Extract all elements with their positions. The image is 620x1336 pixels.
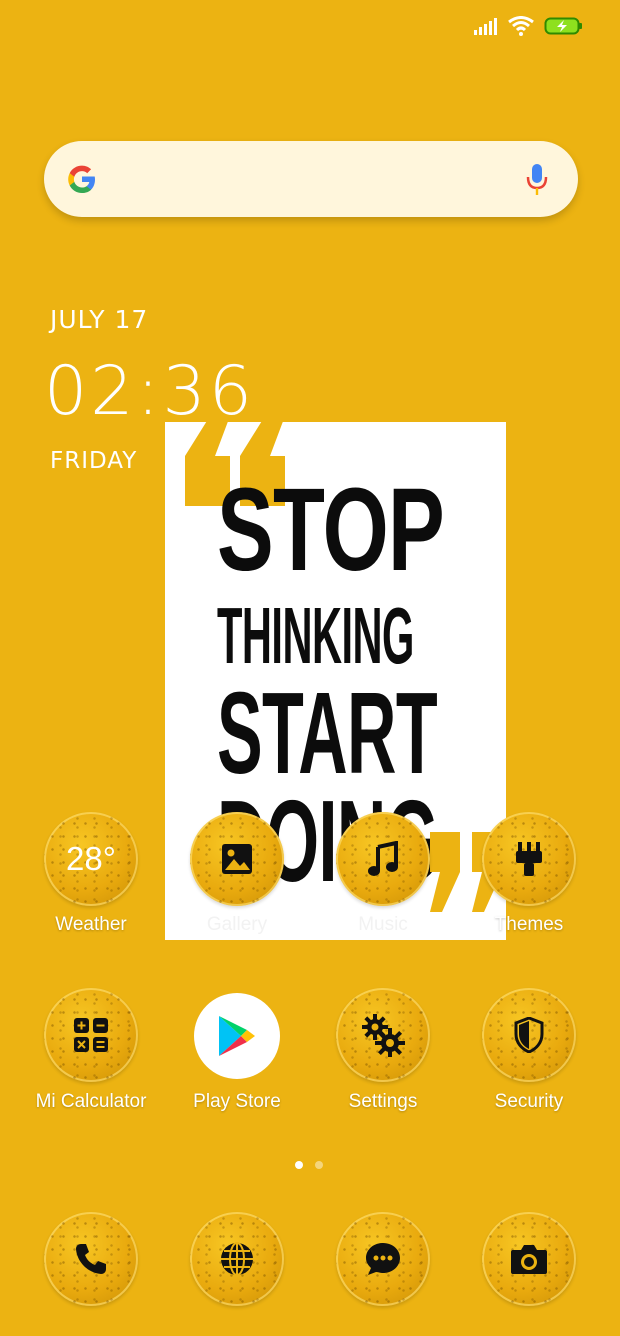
security-app-label: Security: [494, 1091, 564, 1112]
play-store-icon: [219, 1016, 255, 1056]
music-app-label: Music: [358, 914, 408, 935]
browser-app-icon[interactable]: [190, 1212, 284, 1306]
poster-line-stop: STOP: [217, 464, 445, 596]
settings-app-icon[interactable]: [336, 988, 430, 1082]
calculator-icon: [74, 1018, 108, 1052]
phone-icon: [76, 1244, 106, 1274]
weather-app-label: Weather: [55, 914, 127, 935]
page-dot[interactable]: [315, 1161, 323, 1169]
clock-time[interactable]: 02:36: [44, 352, 255, 431]
play-store-app-label: Play Store: [193, 1091, 281, 1112]
calculator-app-label: Mi Calculator: [35, 1091, 147, 1112]
weather-temperature: 28°: [66, 840, 116, 877]
calculator-app-icon[interactable]: [44, 988, 138, 1082]
music-note-icon: [368, 841, 398, 876]
themes-app-label: Themes: [494, 914, 564, 935]
music-app-icon[interactable]: [336, 812, 430, 906]
wifi-icon: [508, 16, 534, 36]
phone-app-icon[interactable]: [44, 1212, 138, 1306]
camera-app-icon[interactable]: [482, 1212, 576, 1306]
battery-charging-icon: [544, 17, 582, 35]
google-g-icon: [68, 165, 95, 193]
signal-icon: [474, 18, 497, 35]
gallery-app-label: Gallery: [206, 914, 268, 935]
gear-icon: [362, 1014, 405, 1057]
weather-app-icon[interactable]: 28°: [44, 812, 138, 906]
shield-icon: [514, 1017, 544, 1053]
status-bar: [474, 16, 584, 36]
date-label: JULY 17: [50, 305, 149, 334]
messages-app-icon[interactable]: [336, 1212, 430, 1306]
gallery-icon: [222, 844, 252, 874]
play-store-app-icon[interactable]: [194, 993, 280, 1079]
page-indicator: [295, 1161, 323, 1169]
settings-app-label: Settings: [348, 1091, 418, 1112]
mic-icon[interactable]: [526, 163, 548, 197]
google-search-bar[interactable]: [44, 141, 578, 217]
security-app-icon[interactable]: [482, 988, 576, 1082]
day-label: FRIDAY: [50, 448, 138, 474]
themes-app-icon[interactable]: [482, 812, 576, 906]
camera-icon: [511, 1245, 547, 1274]
paintbrush-icon: [516, 842, 542, 876]
page-dot-active[interactable]: [295, 1161, 303, 1169]
globe-icon: [221, 1242, 253, 1276]
chat-bubble-icon: [366, 1243, 400, 1275]
gallery-app-icon[interactable]: [190, 812, 284, 906]
